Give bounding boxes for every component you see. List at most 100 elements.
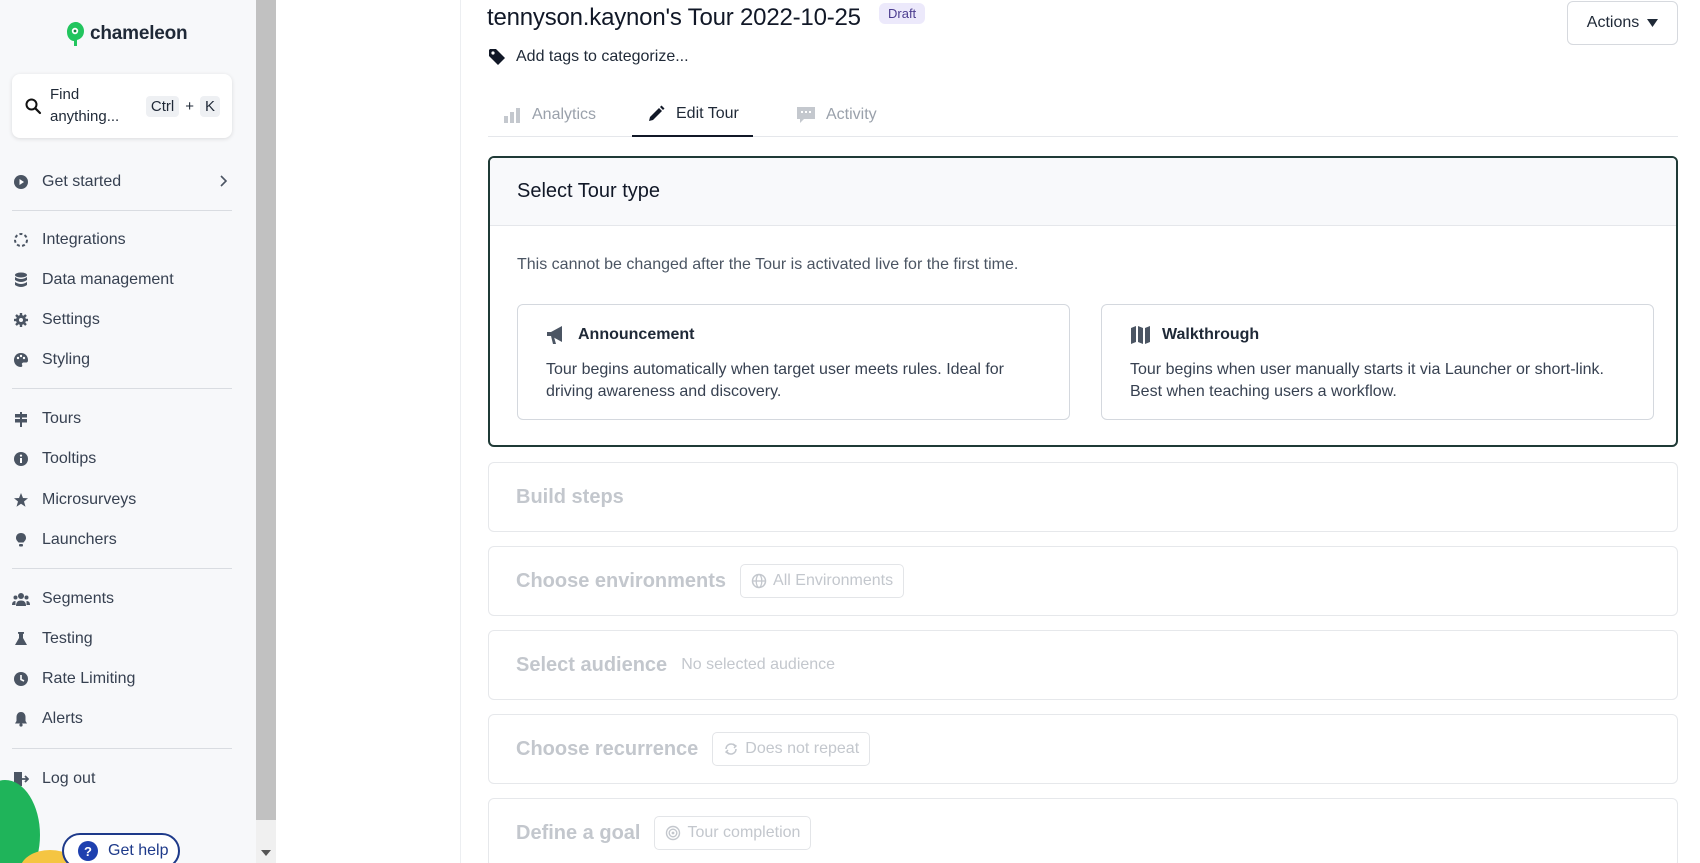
tab-label: Analytics — [532, 105, 597, 123]
environments-section[interactable]: Choose environments All Environments — [488, 546, 1678, 616]
tab-bar: Analytics Edit Tour Activity — [488, 92, 1678, 137]
database-icon — [12, 271, 30, 289]
brand-name: chameleon — [90, 23, 188, 44]
tab-label: Activity — [826, 105, 877, 123]
sidebar-item-rate-limiting[interactable]: Rate Limiting — [12, 665, 232, 693]
search-box[interactable]: Find anything... Ctrl + K — [12, 74, 232, 138]
signpost-icon — [12, 410, 30, 428]
users-icon — [12, 590, 30, 608]
repeat-icon — [725, 743, 738, 755]
tour-type-note: This cannot be changed after the Tour is… — [517, 256, 1019, 273]
actions-label: Actions — [1586, 14, 1640, 31]
integrations-icon — [12, 231, 30, 249]
sidebar-item-integrations[interactable]: Integrations — [12, 226, 232, 254]
sidebar-item-tours[interactable]: Tours — [12, 405, 232, 433]
announcement-description: Tour begins automatically when target us… — [546, 361, 1005, 400]
bar-chart-icon — [502, 105, 522, 125]
help-icon: ? — [78, 841, 98, 861]
chip-label: Tour completion — [687, 824, 801, 841]
sidebar-item-microsurveys[interactable]: Microsurveys — [12, 486, 232, 514]
tab-activity[interactable]: Activity — [782, 92, 891, 137]
audience-section[interactable]: Select audience No selected audience — [488, 630, 1678, 700]
sidebar-item-testing[interactable]: Testing — [12, 625, 232, 653]
sidebar-item-label: Integrations — [42, 231, 126, 248]
sidebar-item-settings[interactable]: Settings — [12, 306, 232, 334]
globe-icon — [751, 573, 767, 589]
section-title: Choose environments — [516, 569, 727, 592]
shortcut-plus: + — [185, 97, 194, 115]
section-title: Define a goal — [516, 821, 641, 844]
goal-section[interactable]: Define a goal Tour completion — [488, 798, 1678, 863]
sidebar-item-launchers[interactable]: Launchers — [12, 526, 232, 554]
get-help-label: Get help — [108, 842, 169, 859]
search-icon — [25, 98, 42, 115]
recurrence-chip[interactable]: Does not repeat — [712, 732, 871, 766]
star-icon — [12, 491, 30, 509]
chameleon-logo[interactable]: chameleon — [66, 20, 188, 48]
build-steps-section[interactable]: Build steps — [488, 462, 1678, 532]
sidebar-scrollbar[interactable] — [256, 0, 276, 863]
section-title: Select audience — [516, 653, 668, 676]
get-help-button[interactable]: ? Get help — [62, 833, 180, 863]
actions-button[interactable]: Actions — [1567, 1, 1678, 45]
lightbulb-icon — [12, 531, 30, 549]
content-divider — [460, 0, 461, 863]
tab-analytics[interactable]: Analytics — [488, 92, 610, 137]
walkthrough-option[interactable]: Walkthrough Tour begins when user manual… — [1101, 304, 1654, 420]
shortcut-key-ctrl: Ctrl — [145, 95, 180, 117]
announcement-title: Announcement — [578, 326, 695, 343]
tab-edit-tour[interactable]: Edit Tour — [632, 92, 753, 137]
walkthrough-description: Tour begins when user manually starts it… — [1130, 361, 1604, 400]
sidebar-item-label: Get started — [42, 173, 122, 190]
play-circle-icon — [12, 173, 30, 191]
announcement-option[interactable]: Announcement Tour begins automatically w… — [517, 304, 1070, 420]
sidebar-item-log-out[interactable]: Log out — [12, 765, 232, 793]
sidebar-item-segments[interactable]: Segments — [12, 585, 232, 613]
sidebar-item-label: Alerts — [42, 710, 83, 727]
pencil-icon — [646, 104, 666, 124]
page-title: tennyson.kaynon's Tour 2022-10-25 — [487, 4, 861, 31]
tags-placeholder: Add tags to categorize... — [516, 48, 689, 65]
chat-icon — [796, 105, 816, 125]
caret-down-icon — [1647, 19, 1659, 27]
sidebar-divider — [12, 388, 232, 389]
sidebar-item-label: Segments — [42, 590, 115, 607]
sidebar-item-data-management[interactable]: Data management — [12, 266, 232, 294]
clock-icon — [12, 670, 30, 688]
sidebar-item-label: Testing — [42, 630, 93, 647]
sidebar-item-get-started[interactable]: Get started — [12, 168, 232, 196]
sidebar-item-label: Microsurveys — [42, 491, 137, 508]
sidebar-item-label: Styling — [42, 351, 91, 368]
palette-icon — [12, 351, 30, 369]
chevron-right-icon — [220, 175, 228, 187]
scroll-down-arrow[interactable] — [261, 850, 271, 856]
sidebar-item-label: Launchers — [42, 531, 117, 548]
sidebar-item-tooltips[interactable]: Tooltips — [12, 445, 232, 473]
chip-label: All Environments — [773, 572, 894, 589]
goal-chip[interactable]: Tour completion — [654, 816, 812, 850]
sidebar-item-styling[interactable]: Styling — [12, 346, 232, 374]
status-badge: Draft — [879, 3, 926, 24]
recurrence-section[interactable]: Choose recurrence Does not repeat — [488, 714, 1678, 784]
sidebar-item-label: Tooltips — [42, 450, 97, 467]
walkthrough-title: Walkthrough — [1162, 326, 1260, 343]
chameleon-logo-icon — [67, 22, 84, 46]
target-icon — [666, 825, 681, 841]
add-tags[interactable]: Add tags to categorize... — [488, 48, 689, 66]
sidebar-divider — [12, 210, 232, 211]
sidebar-divider — [12, 748, 232, 749]
sidebar-item-label: Settings — [42, 311, 100, 328]
tab-label: Edit Tour — [676, 104, 739, 122]
gear-icon — [12, 311, 30, 329]
search-placeholder: Find anything... — [49, 86, 120, 125]
flask-icon — [12, 630, 30, 648]
sidebar-item-label: Data management — [42, 271, 174, 288]
shortcut-key-k: K — [200, 95, 221, 117]
bell-icon — [12, 710, 30, 728]
audience-value: No selected audience — [681, 656, 836, 673]
scrollbar-thumb[interactable] — [256, 0, 276, 820]
sidebar-item-alerts[interactable]: Alerts — [12, 705, 232, 733]
sidebar-divider — [12, 568, 232, 569]
environments-chip[interactable]: All Environments — [740, 564, 905, 598]
tour-type-heading: Select Tour type — [490, 158, 1676, 226]
